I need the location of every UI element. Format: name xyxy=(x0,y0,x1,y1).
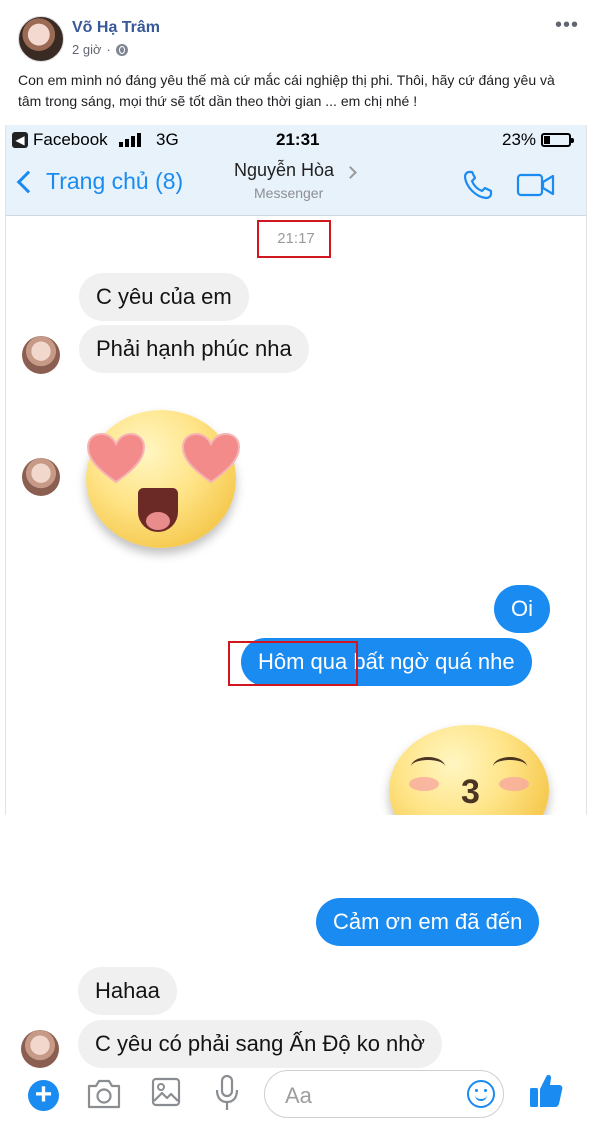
author-avatar[interactable] xyxy=(18,16,64,62)
thumbs-up-icon[interactable] xyxy=(528,1072,564,1110)
plus-icon[interactable]: + xyxy=(28,1080,59,1111)
message-received[interactable]: C yêu có phải sang Ấn Độ ko nhờ xyxy=(78,1020,442,1068)
contact-avatar[interactable] xyxy=(22,458,60,496)
image-icon[interactable] xyxy=(151,1077,181,1107)
kiss-lips-icon: 3 xyxy=(461,773,480,811)
more-options-icon[interactable]: ••• xyxy=(555,14,579,37)
status-time: 21:31 xyxy=(276,130,320,149)
carrier-label: Facebook xyxy=(33,130,108,149)
heart-icon xyxy=(181,432,241,484)
message-received[interactable]: C yêu của em xyxy=(79,273,249,321)
message-input-placeholder: Aa xyxy=(285,1083,312,1108)
post-time[interactable]: 2 giờ xyxy=(72,42,102,57)
post-meta: 2 giờ · xyxy=(72,42,128,57)
post-caption: Con em mình nó đáng yêu thế mà cứ mắc cá… xyxy=(18,72,555,109)
message-received[interactable]: Phải hạnh phúc nha xyxy=(79,325,309,373)
message-received[interactable]: Hahaa xyxy=(78,967,177,1015)
phone-call-icon[interactable] xyxy=(461,168,495,202)
blush-icon xyxy=(409,777,439,791)
globe-icon xyxy=(115,43,128,56)
chevron-left-icon xyxy=(16,170,40,193)
heart-eyes-sticker[interactable] xyxy=(86,410,241,548)
highlight-box-message xyxy=(228,641,358,686)
contact-avatar[interactable] xyxy=(22,336,60,374)
closed-eye-icon xyxy=(493,757,527,776)
message-sent[interactable]: Oi xyxy=(494,585,550,633)
message-input[interactable]: Aa xyxy=(264,1070,504,1118)
status-bar: ◀ Facebook 3G 21:31 23% xyxy=(6,125,586,155)
chevron-right-icon xyxy=(344,166,357,179)
heart-icon xyxy=(86,432,146,484)
camera-icon[interactable] xyxy=(86,1078,122,1110)
mouth-icon xyxy=(138,488,178,532)
signal-icon xyxy=(119,133,141,147)
closed-eye-icon xyxy=(411,757,445,776)
back-button[interactable]: Trang chủ (8) xyxy=(16,168,184,195)
facebook-back-icon: ◀ xyxy=(12,132,28,148)
chat-navbar: Trang chủ (8) Nguyễn Hòa Messenger xyxy=(6,155,586,216)
battery-icon xyxy=(541,133,574,147)
microphone-icon[interactable] xyxy=(214,1074,240,1112)
author-name[interactable]: Võ Hạ Trâm xyxy=(72,19,160,37)
contact-name[interactable]: Nguyễn Hòa xyxy=(234,160,334,181)
highlight-box-timestamp xyxy=(257,220,331,258)
back-label: Trang chủ (8) xyxy=(46,168,184,194)
emoji-icon[interactable] xyxy=(467,1080,495,1108)
messenger-screenshot-continued: Cảm ơn em đã đến Hahaa C yêu có phải san… xyxy=(0,815,590,1148)
network-label: 3G xyxy=(156,130,179,149)
post-header: Võ Hạ Trâm 2 giờ · ••• Con em mình nó đá… xyxy=(0,0,590,125)
messenger-screenshot: ◀ Facebook 3G 21:31 23% Trang chủ (8) Ng… xyxy=(5,125,587,815)
contact-avatar[interactable] xyxy=(21,1030,59,1068)
composer-bar: + Aa xyxy=(0,1070,590,1148)
blush-icon xyxy=(499,777,529,791)
contact-subtitle: Messenger xyxy=(254,185,324,201)
video-call-icon[interactable] xyxy=(516,171,556,199)
battery-percent: 23% xyxy=(502,130,537,149)
kiss-face-sticker[interactable]: 3 xyxy=(389,725,549,815)
message-sent[interactable]: Cảm ơn em đã đến xyxy=(316,898,540,946)
